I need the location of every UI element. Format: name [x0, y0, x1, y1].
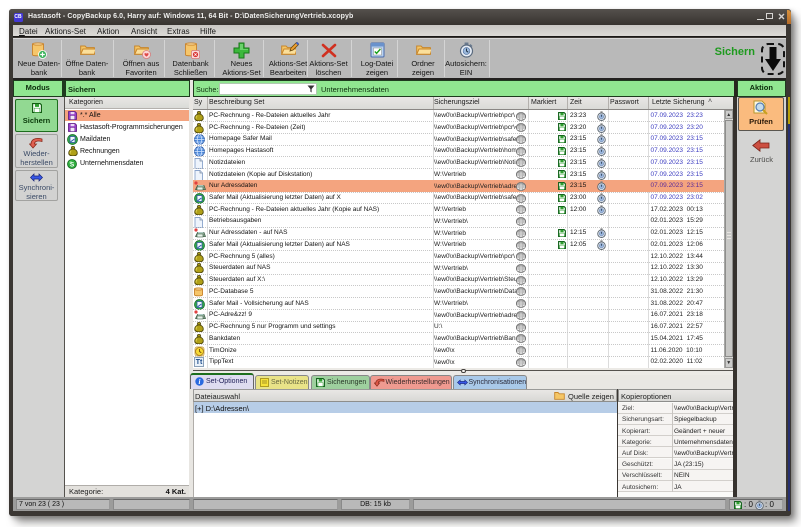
svg-text:S: S: [70, 161, 75, 168]
svg-text:i: i: [198, 378, 200, 386]
